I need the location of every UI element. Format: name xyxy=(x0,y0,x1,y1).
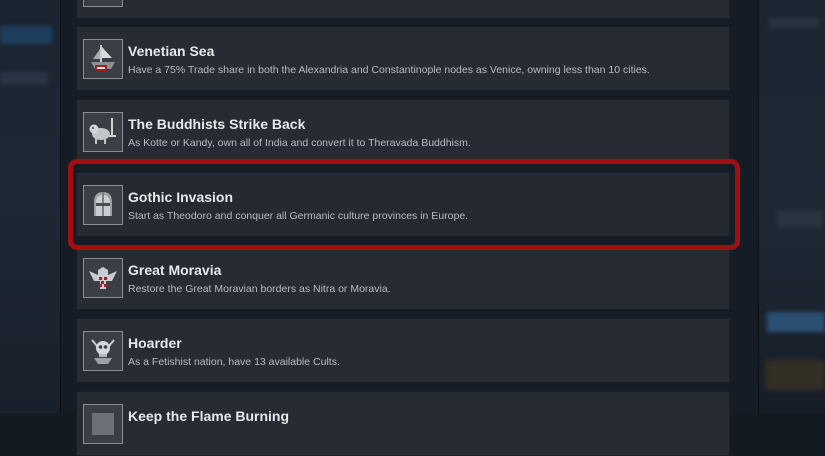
background-left-blurred xyxy=(0,0,60,413)
achievement-card[interactable] xyxy=(76,0,730,19)
achievement-card-gothic-invasion[interactable]: Gothic Invasion Start as Theodoro and co… xyxy=(76,172,730,237)
achievement-description: Start as Theodoro and conquer all German… xyxy=(128,210,469,222)
achievement-card-hoarder[interactable]: Hoarder As a Fetishist nation, have 13 a… xyxy=(76,318,730,383)
lion-sword-icon xyxy=(83,112,123,152)
skull-totem-icon xyxy=(83,331,123,371)
achievement-title: Great Moravia xyxy=(128,262,222,278)
blurred-element xyxy=(0,26,52,44)
achievement-icon-partial xyxy=(83,404,123,444)
background-right-blurred xyxy=(757,0,825,413)
achievement-description: Restore the Great Moravian borders as Ni… xyxy=(128,283,391,295)
blurred-element xyxy=(777,210,823,228)
ship-icon xyxy=(83,39,123,79)
achievement-title: Keep the Flame Burning xyxy=(128,408,290,424)
helmet-icon xyxy=(83,185,123,225)
blurred-element xyxy=(769,18,819,28)
achievement-card-buddhists-strike-back[interactable]: The Buddhists Strike Back As Kotte or Ka… xyxy=(76,99,730,164)
achievement-card-keep-the-flame-burning[interactable]: Keep the Flame Burning xyxy=(76,391,730,456)
blurred-element xyxy=(765,360,825,390)
achievement-description: As a Fetishist nation, have 13 available… xyxy=(128,356,340,368)
achievement-title: Venetian Sea xyxy=(128,43,215,59)
achievement-title: Gothic Invasion xyxy=(128,189,234,205)
eagle-icon xyxy=(83,258,123,298)
achievement-description: Have a 75% Trade share in both the Alexa… xyxy=(128,64,650,76)
blurred-element xyxy=(767,312,825,332)
achievement-title: Hoarder xyxy=(128,335,182,351)
achievement-card-great-moravia[interactable]: Great Moravia Restore the Great Moravian… xyxy=(76,245,730,310)
blurred-element xyxy=(0,72,48,84)
achievement-icon-partial xyxy=(83,0,123,7)
achievement-description: As Kotte or Kandy, own all of India and … xyxy=(128,137,471,149)
achievement-card-venetian-sea[interactable]: Venetian Sea Have a 75% Trade share in b… xyxy=(76,26,730,91)
achievement-title: The Buddhists Strike Back xyxy=(128,116,306,132)
